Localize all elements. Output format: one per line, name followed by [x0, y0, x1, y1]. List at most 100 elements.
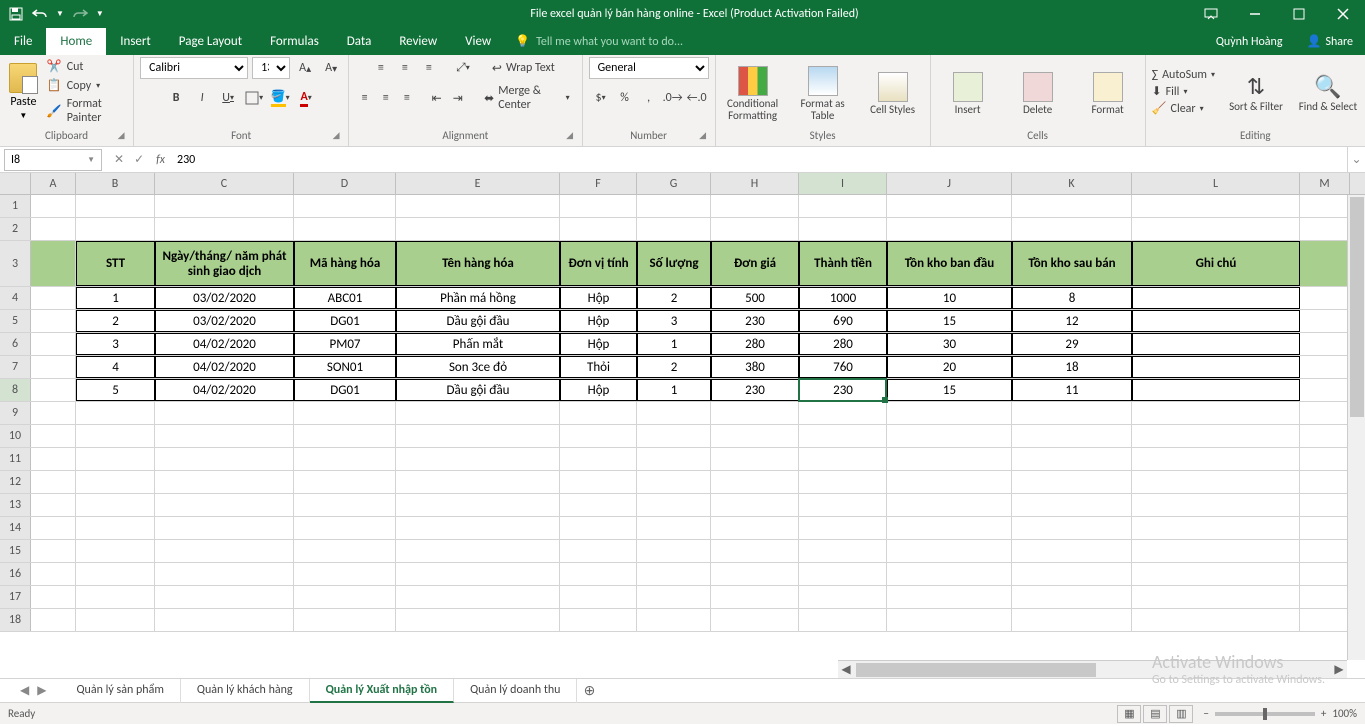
cell[interactable]: 04/02/2020	[155, 379, 294, 401]
cell[interactable]	[711, 540, 799, 562]
cell[interactable]: Tồn kho sau bán	[1012, 241, 1132, 286]
cell[interactable]	[1132, 310, 1300, 332]
copy-button[interactable]: 📋Copy▾	[47, 78, 127, 93]
new-sheet-button[interactable]: ⊕	[577, 682, 601, 699]
increase-indent-button[interactable]: ⇥	[448, 87, 467, 109]
cell[interactable]: 3	[637, 310, 711, 332]
cell[interactable]	[294, 494, 396, 516]
expand-formula-bar-icon[interactable]: ⌄	[1347, 147, 1365, 173]
cell[interactable]: 2	[637, 356, 711, 378]
cell[interactable]: 12	[1012, 310, 1132, 332]
cell[interactable]	[1300, 379, 1350, 401]
cell[interactable]	[396, 195, 560, 217]
cell[interactable]	[711, 195, 799, 217]
cell[interactable]: 20	[887, 356, 1012, 378]
cell[interactable]	[711, 218, 799, 240]
cell[interactable]: Thỏi	[560, 356, 637, 378]
cell[interactable]	[637, 425, 711, 447]
cell[interactable]: Số lượng	[637, 241, 711, 286]
dialog-launcher-icon[interactable]: ◢	[697, 130, 709, 142]
cell[interactable]	[31, 471, 76, 493]
cell[interactable]: 2	[637, 287, 711, 309]
tell-me-search[interactable]: 💡 Tell me what you want to do...	[505, 28, 693, 55]
grow-font-button[interactable]: A▴	[294, 57, 316, 79]
cell[interactable]	[294, 540, 396, 562]
cell[interactable]	[1132, 379, 1300, 401]
cell[interactable]	[887, 195, 1012, 217]
cell[interactable]: SON01	[294, 356, 396, 378]
column-header-D[interactable]: D	[294, 173, 396, 194]
cell[interactable]	[637, 586, 711, 608]
cell[interactable]: 30	[887, 333, 1012, 355]
zoom-level[interactable]: 100%	[1332, 707, 1357, 720]
cell[interactable]	[76, 218, 155, 240]
cell[interactable]	[1012, 425, 1132, 447]
cell[interactable]	[560, 494, 637, 516]
cell[interactable]	[1132, 563, 1300, 585]
column-header-J[interactable]: J	[887, 173, 1012, 194]
cell[interactable]	[711, 517, 799, 539]
cell[interactable]	[1300, 310, 1350, 332]
row-header[interactable]: 7	[0, 356, 31, 378]
cell[interactable]: Tồn kho ban đầu	[887, 241, 1012, 286]
cell[interactable]: 230	[799, 379, 887, 401]
cell[interactable]	[31, 333, 76, 355]
normal-view-button[interactable]: ▦	[1117, 705, 1141, 723]
cell[interactable]	[799, 563, 887, 585]
cell[interactable]	[76, 195, 155, 217]
clear-button[interactable]: 🧹Clear▾	[1152, 101, 1215, 116]
cell[interactable]	[1012, 609, 1132, 631]
cell[interactable]	[560, 609, 637, 631]
conditional-formatting-button[interactable]: Conditional Formatting	[722, 62, 784, 122]
cell[interactable]	[396, 540, 560, 562]
cell[interactable]: 2	[76, 310, 155, 332]
cell[interactable]	[637, 563, 711, 585]
cell[interactable]	[1300, 609, 1350, 631]
cell[interactable]	[711, 425, 799, 447]
cell[interactable]	[637, 494, 711, 516]
cell[interactable]: Ghi chú	[1132, 241, 1300, 286]
cell[interactable]: 3	[76, 333, 155, 355]
cell[interactable]	[1300, 494, 1350, 516]
cell[interactable]	[637, 195, 711, 217]
cell[interactable]: 03/02/2020	[155, 310, 294, 332]
row-header[interactable]: 18	[0, 609, 31, 631]
cell[interactable]	[1300, 563, 1350, 585]
cell[interactable]	[76, 471, 155, 493]
zoom-slider[interactable]	[1215, 712, 1315, 716]
row-header[interactable]: 14	[0, 517, 31, 539]
fill-color-button[interactable]: 🪣▾	[269, 87, 291, 109]
cell[interactable]	[711, 609, 799, 631]
cell[interactable]	[155, 471, 294, 493]
column-header-F[interactable]: F	[560, 173, 637, 194]
cell[interactable]	[799, 448, 887, 470]
cell[interactable]	[560, 471, 637, 493]
cell[interactable]	[31, 448, 76, 470]
cell[interactable]	[31, 402, 76, 424]
cell[interactable]	[1132, 586, 1300, 608]
cell[interactable]: Dầu gội đầu	[396, 379, 560, 401]
cell[interactable]	[294, 471, 396, 493]
cell[interactable]: 1	[76, 287, 155, 309]
close-button[interactable]	[1321, 0, 1365, 28]
cell[interactable]: Tên hàng hóa	[396, 241, 560, 286]
cell[interactable]	[31, 609, 76, 631]
cell[interactable]	[396, 609, 560, 631]
cell[interactable]	[887, 517, 1012, 539]
cell[interactable]	[887, 563, 1012, 585]
cell[interactable]	[76, 448, 155, 470]
cell[interactable]	[1012, 448, 1132, 470]
cell[interactable]: 18	[1012, 356, 1132, 378]
cell[interactable]	[637, 517, 711, 539]
cell[interactable]	[637, 471, 711, 493]
sheet-tab[interactable]: Quản lý khách hàng	[181, 679, 310, 703]
cell[interactable]	[155, 448, 294, 470]
cell[interactable]	[1300, 402, 1350, 424]
cell[interactable]: 4	[76, 356, 155, 378]
cut-button[interactable]: ✂️Cut	[47, 59, 127, 74]
dialog-launcher-icon[interactable]: ◢	[330, 130, 342, 142]
column-header-A[interactable]: A	[31, 173, 76, 194]
tab-scroll-last-icon[interactable]: ▶	[37, 683, 46, 698]
cell[interactable]	[799, 425, 887, 447]
merge-center-button[interactable]: ⬌Merge & Center▾	[478, 87, 575, 109]
